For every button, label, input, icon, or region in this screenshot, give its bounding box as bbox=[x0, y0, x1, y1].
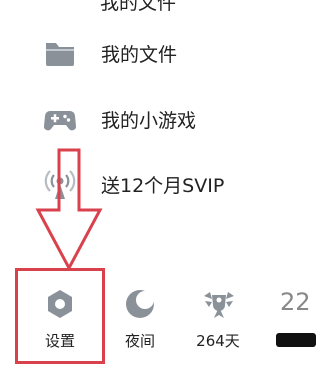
menu-item-svip[interactable]: 送12个月SVIP bbox=[0, 163, 314, 203]
folder-icon bbox=[43, 36, 77, 70]
gamepad-icon bbox=[43, 102, 77, 136]
menu-item-label: 我的小游戏 bbox=[101, 110, 197, 132]
menu-item-mini-games[interactable]: 我的小游戏 bbox=[0, 98, 314, 138]
night-mode-button[interactable]: 夜间 bbox=[105, 286, 175, 356]
menu-item-label: 送12个月SVIP bbox=[101, 175, 225, 197]
partial-value: 22 bbox=[280, 288, 311, 316]
redaction-block bbox=[276, 333, 316, 347]
days-badge-button[interactable]: 264天 bbox=[183, 286, 253, 356]
highlight-box bbox=[15, 268, 105, 364]
clipped-top-text: 我的文件 bbox=[100, 0, 177, 14]
night-mode-label: 夜间 bbox=[124, 332, 155, 350]
winged-badge-icon bbox=[202, 288, 234, 320]
menu-item-label: 我的文件 bbox=[101, 44, 178, 66]
menu-item-my-files[interactable]: 我的文件 bbox=[0, 32, 314, 72]
moon-icon bbox=[124, 288, 156, 320]
days-label: 264天 bbox=[196, 332, 240, 350]
broadcast-icon bbox=[43, 167, 77, 201]
